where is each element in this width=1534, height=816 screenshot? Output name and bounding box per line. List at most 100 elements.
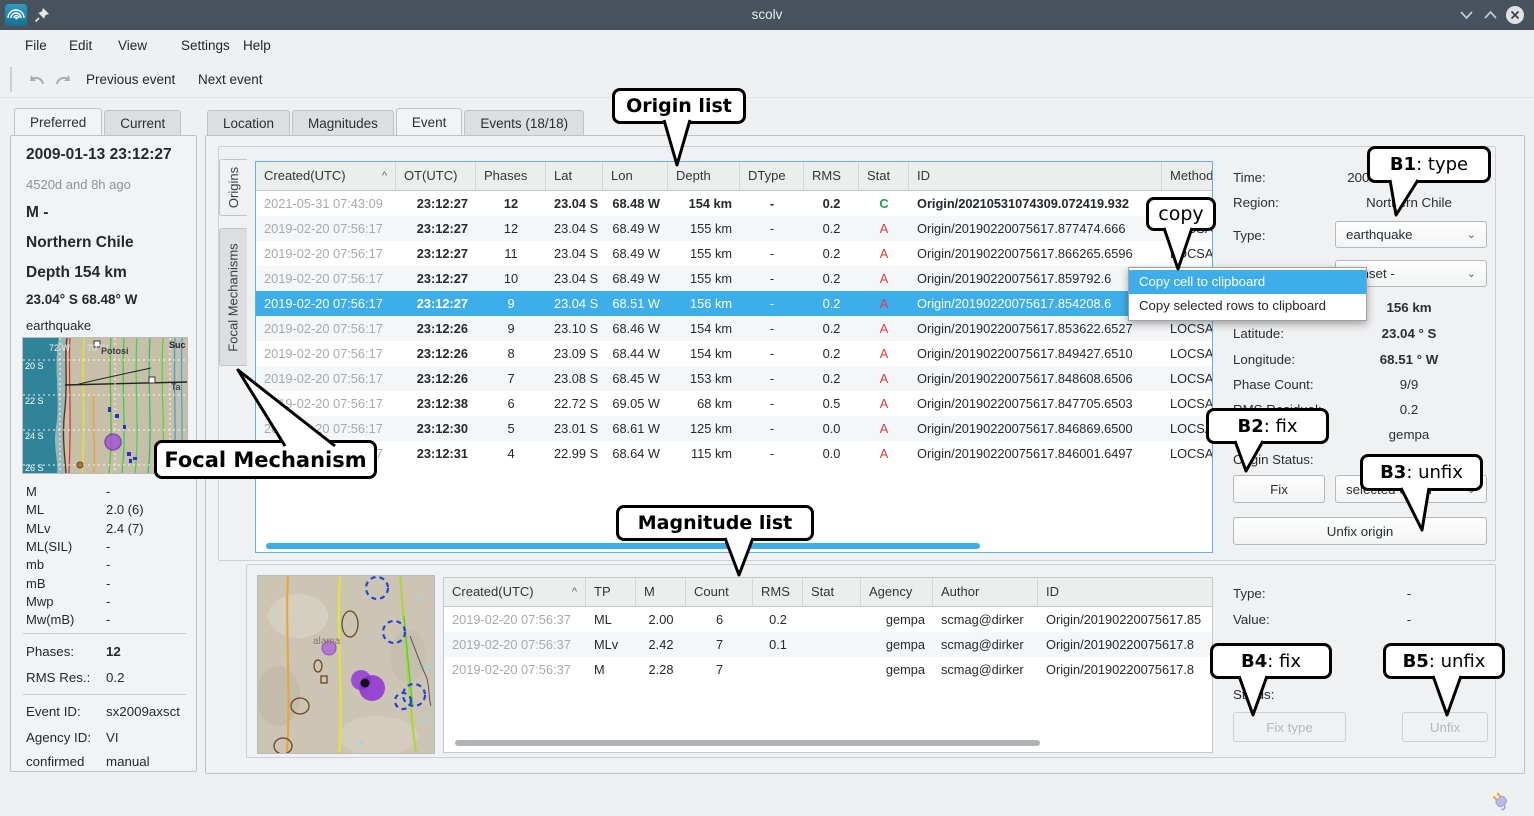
table-row[interactable]: 2019-02-20 07:56:1723:12:26823.09 S68.44… — [256, 341, 1212, 366]
context-menu-item[interactable]: Copy selected rows to clipboard — [1129, 294, 1366, 318]
side-tab-origins[interactable]: Origins — [219, 159, 247, 216]
table-cell[interactable]: 23:12:38 — [396, 391, 476, 416]
table-cell[interactable]: Origin/20190220075617.854208.6 — [909, 291, 1162, 316]
table-cell[interactable]: 0.2 — [804, 366, 859, 391]
table-cell[interactable]: 7 — [686, 657, 753, 682]
table-cell[interactable] — [753, 657, 803, 682]
table-cell[interactable]: Origin/20190220075617.846001.6497 — [909, 441, 1162, 466]
table-row[interactable]: 2019-02-20 07:56:1723:12:271223.04 S68.4… — [256, 216, 1212, 241]
column-header-created-utc-[interactable]: Created(UTC)^ — [256, 162, 396, 190]
table-cell[interactable]: 5 — [476, 416, 546, 441]
table-cell[interactable]: - — [740, 266, 804, 291]
table-cell[interactable]: - — [740, 191, 804, 216]
table-cell[interactable]: M — [586, 657, 636, 682]
table-cell[interactable]: 0.0 — [804, 416, 859, 441]
table-cell[interactable]: LOCSA — [1162, 391, 1213, 416]
table-row[interactable]: 2019-02-20 07:56:37M2.287gempascmag@dirk… — [444, 657, 1212, 682]
table-cell[interactable]: 23.10 S — [546, 316, 603, 341]
event-type-select[interactable]: earthquake⌄ — [1335, 221, 1487, 248]
table-cell[interactable] — [803, 607, 861, 632]
table-cell[interactable]: C — [859, 191, 909, 216]
tab-events-18-18-[interactable]: Events (18/18) — [464, 110, 584, 136]
table-row[interactable]: 2019-02-20 07:56:37ML2.0060.2gempascmag@… — [444, 607, 1212, 632]
table-cell[interactable]: 68.51 W — [603, 291, 668, 316]
table-cell[interactable]: Origin/20190220075617.8 — [1038, 632, 1213, 657]
table-cell[interactable]: 68.49 W — [603, 216, 668, 241]
table-cell[interactable]: 7 — [476, 366, 546, 391]
table-row[interactable]: 2019-02-20 07:56:1723:12:271023.04 S68.4… — [256, 266, 1212, 291]
table-cell[interactable]: 23.09 S — [546, 341, 603, 366]
table-cell[interactable]: - — [740, 241, 804, 266]
table-cell[interactable]: 2019-02-20 07:56:17 — [256, 316, 396, 341]
table-cell[interactable]: 155 km — [668, 241, 740, 266]
table-cell[interactable]: Origin/20190220075617.85 — [1038, 607, 1213, 632]
titlebar[interactable]: scolv — [0, 0, 1534, 30]
table-cell[interactable]: 12 — [476, 191, 546, 216]
table-cell[interactable]: Origin/20210531074309.072419.932 — [909, 191, 1162, 216]
table-row[interactable]: 2019-02-20 07:56:1723:12:26723.08 S68.45… — [256, 366, 1212, 391]
table-cell[interactable]: LOCSA — [1162, 366, 1213, 391]
table-cell[interactable]: 0.1 — [753, 632, 803, 657]
table-cell[interactable]: 2019-02-20 07:56:37 — [444, 657, 586, 682]
table-cell[interactable]: - — [740, 291, 804, 316]
table-cell[interactable]: 2019-02-20 07:56:37 — [444, 632, 586, 657]
table-cell[interactable]: 23.04 S — [546, 216, 603, 241]
table-cell[interactable]: 22.99 S — [546, 441, 603, 466]
table-cell[interactable]: 23:12:26 — [396, 316, 476, 341]
table-cell[interactable]: 2019-02-20 07:56:17 — [256, 341, 396, 366]
table-cell[interactable]: - — [740, 366, 804, 391]
column-header-tp[interactable]: TP — [586, 578, 636, 606]
table-cell[interactable]: A — [859, 391, 909, 416]
table-cell[interactable]: A — [859, 366, 909, 391]
table-row[interactable]: 2019-02-20 07:56:1723:12:31422.99 S68.64… — [256, 441, 1212, 466]
table-cell[interactable]: 9 — [476, 291, 546, 316]
table-cell[interactable]: 68.45 W — [603, 366, 668, 391]
table-cell[interactable]: 125 km — [668, 416, 740, 441]
table-cell[interactable]: A — [859, 216, 909, 241]
previous-event-button[interactable]: Previous event — [86, 62, 175, 97]
magnitude-table-hscrollbar[interactable] — [455, 740, 1040, 746]
table-cell[interactable]: 23:12:26 — [396, 341, 476, 366]
table-cell[interactable]: Origin/20190220075617.859792.6 — [909, 266, 1162, 291]
table-cell[interactable]: 23.04 S — [546, 291, 603, 316]
table-cell[interactable]: A — [859, 266, 909, 291]
table-cell[interactable] — [803, 632, 861, 657]
table-row[interactable]: 2019-02-20 07:56:1723:12:271123.04 S68.4… — [256, 241, 1212, 266]
tab-magnitudes[interactable]: Magnitudes — [292, 110, 394, 136]
chevron-down-icon[interactable] — [1459, 7, 1474, 27]
table-cell[interactable]: 0.2 — [753, 607, 803, 632]
table-cell[interactable]: 2021-05-31 07:43:09 — [256, 191, 396, 216]
tab-location[interactable]: Location — [207, 110, 290, 136]
table-cell[interactable]: A — [859, 241, 909, 266]
tab-event[interactable]: Event — [396, 108, 463, 136]
column-header-rms[interactable]: RMS — [753, 578, 803, 606]
table-cell[interactable]: 155 km — [668, 266, 740, 291]
table-cell[interactable]: gempa — [861, 632, 933, 657]
fix-button[interactable]: Fix — [1233, 475, 1325, 503]
table-cell[interactable]: A — [859, 291, 909, 316]
table-cell[interactable]: 2.00 — [636, 607, 686, 632]
table-cell[interactable]: 0.2 — [804, 241, 859, 266]
table-cell[interactable]: 154 km — [668, 191, 740, 216]
table-cell[interactable]: 23.08 S — [546, 366, 603, 391]
close-circle-icon[interactable] — [1505, 5, 1525, 30]
table-cell[interactable]: 23:12:26 — [396, 366, 476, 391]
table-cell[interactable]: Origin/20190220075617.849427.6510 — [909, 341, 1162, 366]
table-cell[interactable]: 2019-02-20 07:56:37 — [444, 607, 586, 632]
context-menu-item[interactable]: Copy cell to clipboard — [1129, 270, 1366, 294]
table-cell[interactable]: 2.42 — [636, 632, 686, 657]
table-cell[interactable]: 155 km — [668, 216, 740, 241]
table-cell[interactable]: Origin/20190220075617.847705.6503 — [909, 391, 1162, 416]
table-cell[interactable]: 0.2 — [804, 316, 859, 341]
table-cell[interactable]: 69.05 W — [603, 391, 668, 416]
column-header-stat[interactable]: Stat — [803, 578, 861, 606]
column-header-id[interactable]: ID — [909, 162, 1162, 190]
table-cell[interactable]: 6 — [476, 391, 546, 416]
table-cell[interactable]: - — [740, 216, 804, 241]
table-cell[interactable]: - — [740, 441, 804, 466]
table-cell[interactable]: gempa — [861, 657, 933, 682]
table-cell[interactable]: scmag@dirker — [933, 607, 1038, 632]
table-cell[interactable]: A — [859, 441, 909, 466]
table-cell[interactable]: 154 km — [668, 341, 740, 366]
menu-settings[interactable]: Settings — [181, 30, 230, 62]
